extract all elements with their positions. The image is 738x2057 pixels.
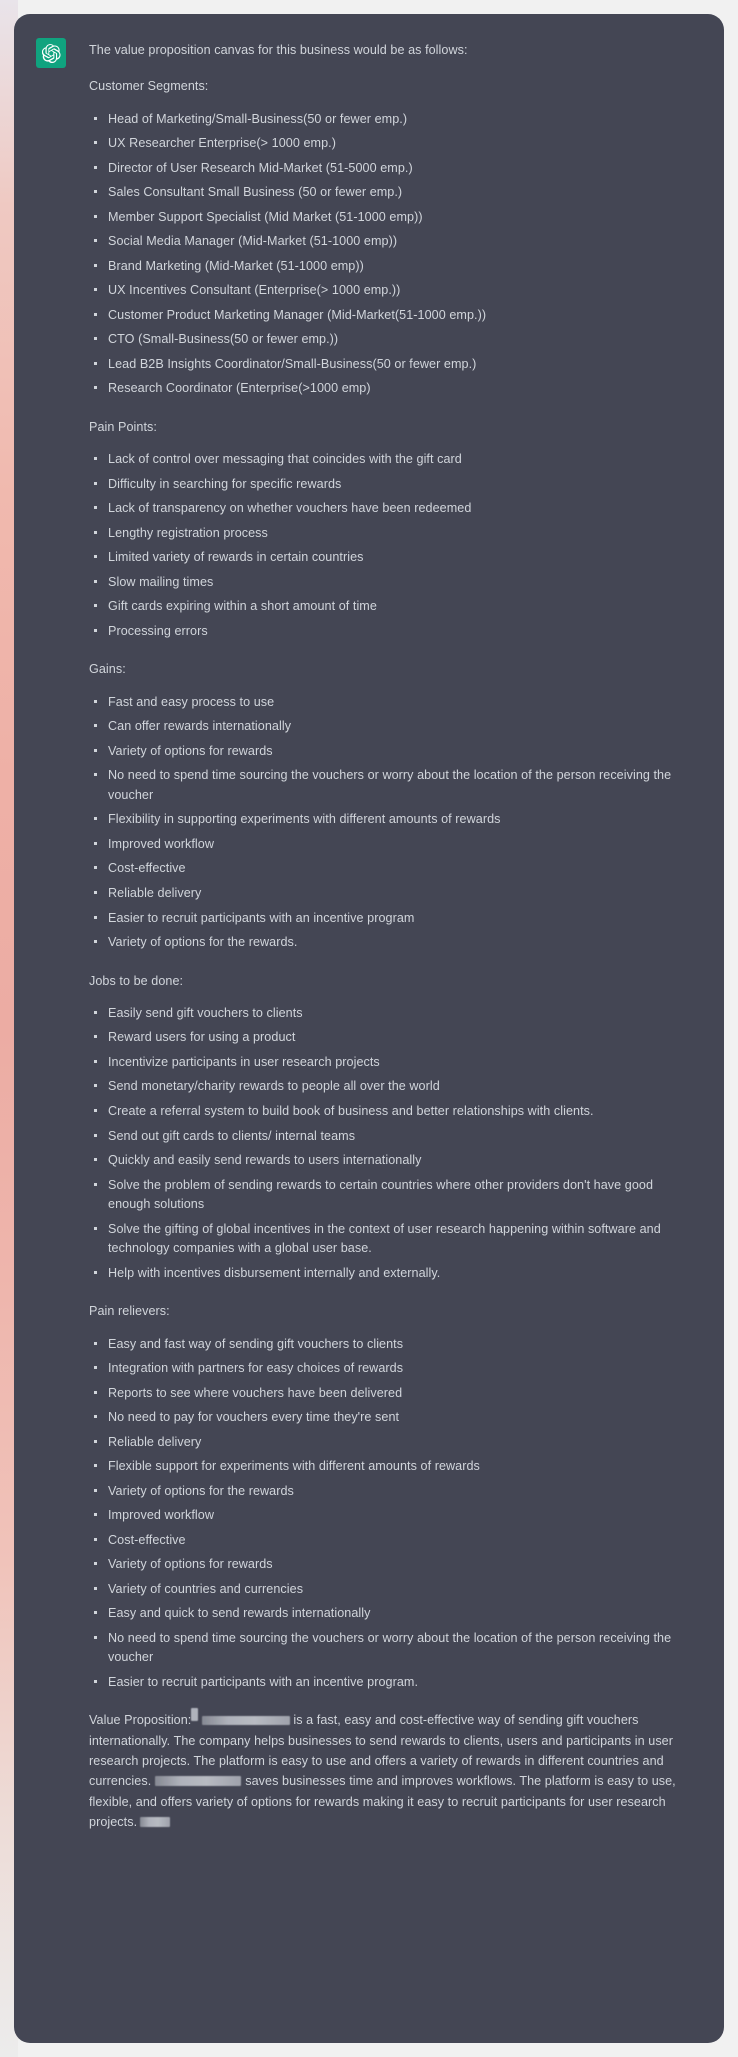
section-heading-pain-points: Pain Points: [89,419,157,434]
section-heading-customer-segments: Customer Segments: [89,79,209,94]
list-item: Easily send gift vouchers to clients [89,1004,698,1024]
list-item: Gift cards expiring within a short amoun… [89,597,698,617]
list-item: Flexible support for experiments with di… [89,1457,698,1477]
list-item: Easier to recruit participants with an i… [89,909,698,929]
section-heading-pain-relievers: Pain relievers: [89,1304,170,1319]
list-item: Customer Product Marketing Manager (Mid-… [89,306,698,326]
assistant-message-body: The value proposition canvas for this bu… [89,36,698,1833]
list-item: Solve the problem of sending rewards to … [89,1176,698,1215]
list-jobs-to-be-done: Easily send gift vouchers to clients Rew… [89,1004,698,1283]
list-item: Incentivize participants in user researc… [89,1053,698,1073]
list-item: Variety of countries and currencies [89,1580,698,1600]
list-item: Easy and fast way of sending gift vouche… [89,1335,698,1355]
list-item: Fast and easy process to use [89,693,698,713]
intro-paragraph: The value proposition canvas for this bu… [89,43,468,57]
list-item: No need to pay for vouchers every time t… [89,1408,698,1428]
list-item: Social Media Manager (Mid-Market (51-100… [89,232,698,252]
list-item: Variety of options for rewards [89,742,698,762]
section-heading-gains: Gains: [89,662,126,677]
list-item: Cost-effective [89,1531,698,1551]
list-item: Processing errors [89,622,698,642]
page-root: The value proposition canvas for this bu… [0,0,738,2057]
list-item: Integration with partners for easy choic… [89,1359,698,1379]
redacted-company-name-1 [202,1716,291,1726]
list-item: Improved workflow [89,835,698,855]
list-item: Reports to see where vouchers have been … [89,1384,698,1404]
assistant-message-card: The value proposition canvas for this bu… [14,14,724,2043]
redacted-company-name-2 [155,1776,242,1787]
list-item: Quickly and easily send rewards to users… [89,1151,698,1171]
section-heading-jobs-to-be-done: Jobs to be done: [89,973,184,988]
list-item: Reliable delivery [89,884,698,904]
list-item: Lengthy registration process [89,524,698,544]
redacted-company-name-3 [140,1817,171,1828]
list-item: Lead B2B Insights Coordinator/Small-Busi… [89,355,698,375]
list-item: Lack of control over messaging that coin… [89,450,698,470]
list-item: CTO (Small-Business(50 or fewer emp.)) [89,330,698,350]
list-item: Sales Consultant Small Business (50 or f… [89,183,698,203]
list-item: Director of User Research Mid-Market (51… [89,159,698,179]
list-item: Create a referral system to build book o… [89,1102,698,1122]
list-item: Member Support Specialist (Mid Market (5… [89,208,698,228]
list-pain-relievers: Easy and fast way of sending gift vouche… [89,1335,698,1693]
list-item: Reliable delivery [89,1433,698,1453]
list-item: UX Incentives Consultant (Enterprise(> 1… [89,281,698,301]
list-item: No need to spend time sourcing the vouch… [89,1629,698,1668]
list-item: Variety of options for the rewards [89,1482,698,1502]
list-item: Send monetary/charity rewards to people … [89,1077,698,1097]
list-item: Difficulty in searching for specific rew… [89,475,698,495]
list-gains: Fast and easy process to use Can offer r… [89,693,698,953]
list-item: Limited variety of rewards in certain co… [89,548,698,568]
list-item: Help with incentives disbursement intern… [89,1264,698,1284]
chatgpt-logo-icon [36,38,66,68]
list-item: Solve the gifting of global incentives i… [89,1220,698,1259]
list-item: Lack of transparency on whether vouchers… [89,499,698,519]
list-item: Cost-effective [89,859,698,879]
list-item: Variety of options for rewards [89,1555,698,1575]
list-item: Flexibility in supporting experiments wi… [89,810,698,830]
list-item: Research Coordinator (Enterprise(>1000 e… [89,379,698,399]
list-item: Variety of options for the rewards. [89,933,698,953]
value-proposition-label: Value Proposition: [89,1713,192,1728]
list-item: No need to spend time sourcing the vouch… [89,766,698,805]
value-proposition-paragraph: Value Proposition: is a fast, easy and co… [89,1708,698,1832]
list-customer-segments: Head of Marketing/Small-Business(50 or f… [89,110,698,399]
list-item: Easier to recruit participants with an i… [89,1673,698,1693]
list-item: UX Researcher Enterprise(> 1000 emp.) [89,134,698,154]
list-item: Head of Marketing/Small-Business(50 or f… [89,110,698,130]
list-item: Send out gift cards to clients/ internal… [89,1127,698,1147]
list-item: Reward users for using a product [89,1028,698,1048]
list-item: Improved workflow [89,1506,698,1526]
list-item: Brand Marketing (Mid-Market (51-1000 emp… [89,257,698,277]
list-item: Easy and quick to send rewards internati… [89,1604,698,1624]
list-pain-points: Lack of control over messaging that coin… [89,450,698,641]
list-item: Slow mailing times [89,573,698,593]
list-item: Can offer rewards internationally [89,717,698,737]
redacted-block-tick [191,1708,199,1722]
